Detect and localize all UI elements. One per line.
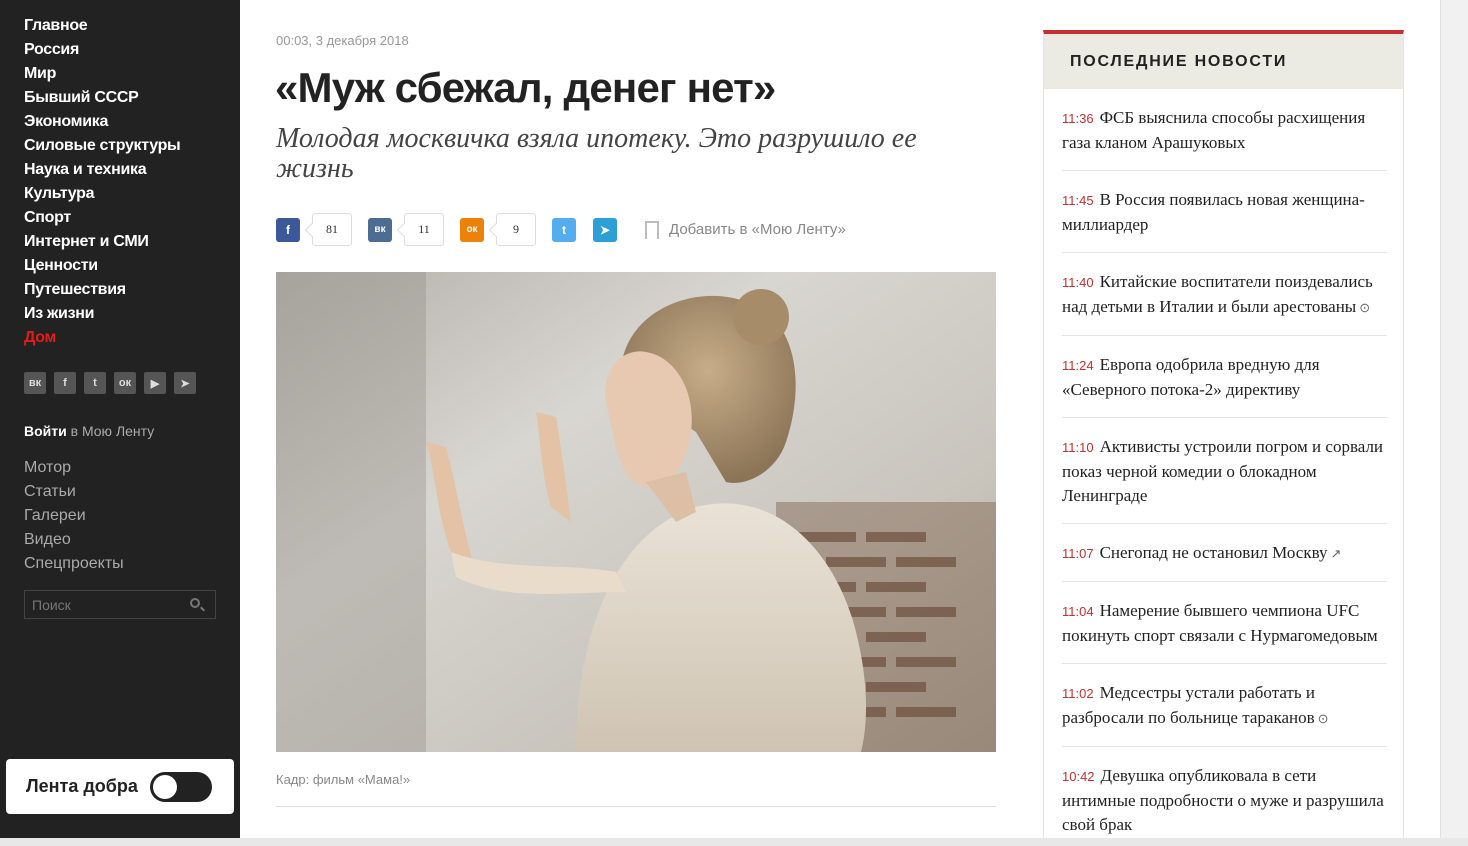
- news-time: 10:42: [1062, 769, 1095, 784]
- news-item[interactable]: 10:42 Девушка опубликовала в сети интимны…: [1062, 747, 1387, 839]
- latest-news-panel: ПОСЛЕДНИЕ НОВОСТИ 11:36 ФСБ выяснила спос…: [1043, 30, 1404, 840]
- nav-item-specprojects[interactable]: Спецпроекты: [24, 553, 124, 577]
- nav-item-sport[interactable]: Спорт: [24, 207, 180, 231]
- bookmark-icon: [645, 220, 659, 239]
- social-links: вк f t ок ▶ ➤: [24, 372, 196, 394]
- nav-item-world[interactable]: Мир: [24, 63, 180, 87]
- news-item[interactable]: 11:10 Активисты устроили погром и сорвали…: [1062, 418, 1387, 524]
- nav-item-economy[interactable]: Экономика: [24, 111, 180, 135]
- news-headline: Китайские воспитатели поиздевались над д…: [1062, 272, 1373, 316]
- odnoklassniki-icon[interactable]: ок: [114, 372, 136, 394]
- nav-item-video[interactable]: Видео: [24, 529, 124, 553]
- nav-item-main[interactable]: Главное: [24, 15, 180, 39]
- nav-item-home[interactable]: Дом: [24, 327, 180, 351]
- article-subtitle: Молодая москвичка взяла ипотеку. Это раз…: [276, 123, 917, 184]
- news-time: 11:24: [1062, 358, 1094, 373]
- video-icon: ⊙: [1317, 711, 1329, 726]
- news-time: 11:07: [1062, 546, 1094, 561]
- news-item[interactable]: 11:07 Снегопад не остановил Москву ↗: [1062, 524, 1387, 582]
- news-item[interactable]: 11:36 ФСБ выяснила способы расхищения газ…: [1062, 89, 1387, 171]
- login-link[interactable]: Войти в Мою Ленту: [24, 423, 154, 439]
- search-icon[interactable]: [190, 598, 200, 608]
- twitter-icon[interactable]: t: [84, 372, 106, 394]
- nav-item-internet-media[interactable]: Интернет и СМИ: [24, 231, 180, 255]
- youtube-icon[interactable]: ▶: [144, 372, 166, 394]
- nav-item-motor[interactable]: Мотор: [24, 457, 124, 481]
- article-photo: [276, 272, 996, 752]
- nav-item-travel[interactable]: Путешествия: [24, 279, 180, 303]
- news-time: 11:40: [1062, 275, 1094, 290]
- news-item[interactable]: 11:45 В Россия появилась новая женщина-ми…: [1062, 171, 1387, 253]
- vk-share-icon[interactable]: вк: [368, 217, 392, 242]
- news-item[interactable]: 11:04 Намерение бывшего чемпиона UFC поки…: [1062, 582, 1387, 664]
- news-headline: Активисты устроили погром и сорвали пока…: [1062, 437, 1384, 505]
- nav-item-life[interactable]: Из жизни: [24, 303, 180, 327]
- telegram-share-icon[interactable]: ➤: [593, 217, 617, 242]
- twitter-share-icon[interactable]: t: [552, 217, 576, 242]
- news-item[interactable]: 11:02 Медсестры устали работать и разброс…: [1062, 664, 1387, 747]
- news-time: 11:45: [1062, 193, 1094, 208]
- divider: [276, 806, 996, 807]
- secondary-nav: Мотор Статьи Галереи Видео Спецпроекты: [24, 457, 124, 577]
- latest-news-list: 11:36 ФСБ выяснила способы расхищения газ…: [1044, 89, 1403, 839]
- facebook-share-icon[interactable]: f: [276, 217, 300, 242]
- news-headline: Девушка опубликовала в сети интимные под…: [1062, 766, 1384, 834]
- telegram-icon[interactable]: ➤: [174, 372, 196, 394]
- article-title: «Муж сбежал, денег нет»: [275, 64, 776, 111]
- news-time: 11:04: [1062, 604, 1094, 619]
- news-headline: Намерение бывшего чемпиона UFC покинуть …: [1062, 601, 1378, 645]
- video-icon: ⊙: [1359, 300, 1371, 315]
- vk-share-count: 11: [404, 213, 444, 246]
- nav-item-galleries[interactable]: Галереи: [24, 505, 124, 529]
- news-headline: Европа одобрила вредную для «Северного п…: [1062, 355, 1320, 399]
- kind-feed-label: Лента добра: [26, 776, 138, 796]
- nav-item-articles[interactable]: Статьи: [24, 481, 124, 505]
- external-link-icon: ↗: [1330, 546, 1342, 561]
- news-time: 11:10: [1062, 440, 1094, 455]
- search-input[interactable]: [24, 590, 216, 619]
- ok-share-count: 9: [496, 213, 536, 246]
- news-headline: Медсестры устали работать и разбросали п…: [1062, 683, 1315, 727]
- news-time: 11:02: [1062, 686, 1094, 701]
- latest-news-header: ПОСЛЕДНИЕ НОВОСТИ: [1044, 34, 1403, 89]
- nav-item-former-ussr[interactable]: Бывший СССР: [24, 87, 180, 111]
- add-to-my-feed-label: Добавить в «Мою Ленту»: [669, 221, 846, 238]
- add-to-my-feed-button[interactable]: Добавить в «Мою Ленту»: [645, 220, 846, 239]
- kind-feed-panel: Лента добра: [6, 759, 234, 814]
- news-item[interactable]: 11:24 Европа одобрила вредную для «Северн…: [1062, 336, 1387, 418]
- vk-icon[interactable]: вк: [24, 372, 46, 394]
- scrollbar[interactable]: [1440, 0, 1468, 838]
- news-item[interactable]: 11:40 Китайские воспитатели поиздевались …: [1062, 253, 1387, 336]
- main-nav: Главное Россия Мир Бывший СССР Экономика…: [24, 15, 181, 351]
- login-bold: Войти: [24, 423, 67, 439]
- news-time: 11:36: [1062, 111, 1094, 126]
- article-photo-illustration: [276, 272, 996, 752]
- nav-item-culture[interactable]: Культура: [24, 183, 180, 207]
- login-rest: в Мою Ленту: [66, 423, 155, 439]
- sidebar: Главное Россия Мир Бывший СССР Экономика…: [0, 0, 240, 838]
- nav-item-values[interactable]: Ценности: [24, 255, 180, 279]
- facebook-share-count: 81: [312, 213, 352, 246]
- news-headline: Снегопад не остановил Москву: [1099, 543, 1328, 562]
- kind-feed-toggle[interactable]: [150, 772, 212, 802]
- nav-item-russia[interactable]: Россия: [24, 39, 180, 63]
- photo-caption: Кадр: фильм «Мама!»: [276, 772, 411, 787]
- window-bottom-edge: [0, 838, 1468, 846]
- ok-share-icon[interactable]: ок: [460, 217, 484, 242]
- news-headline: ФСБ выяснила способы расхищения газа кла…: [1062, 108, 1366, 152]
- nav-item-security[interactable]: Силовые структуры: [24, 135, 181, 159]
- nav-item-science[interactable]: Наука и техника: [24, 159, 180, 183]
- share-bar: f 81 вк 11 ок 9 t ➤ Добавить в «Мою Лент…: [276, 213, 846, 246]
- news-headline: В Россия появилась новая женщина-миллиар…: [1062, 190, 1365, 234]
- article-date: 00:03, 3 декабря 2018: [276, 33, 409, 48]
- facebook-icon[interactable]: f: [54, 372, 76, 394]
